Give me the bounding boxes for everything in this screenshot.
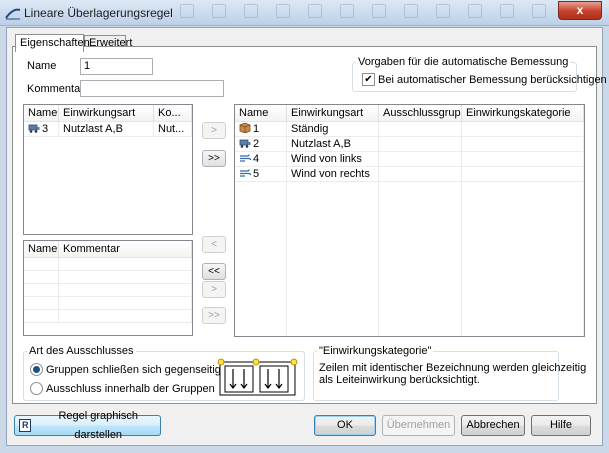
column-name[interactable]: Name bbox=[24, 241, 59, 257]
window-title: Lineare Überlagerungsregel bbox=[24, 6, 173, 20]
group-all-right-button[interactable]: >> bbox=[202, 307, 226, 324]
column-ausschlussgruppe[interactable]: Ausschlussgruppe bbox=[379, 105, 462, 121]
column-name[interactable]: Name bbox=[235, 105, 287, 121]
box-load-icon bbox=[239, 122, 251, 136]
row-name: 3 bbox=[42, 123, 49, 135]
auto-design-checkbox[interactable]: ✔ bbox=[362, 73, 375, 86]
column-name[interactable]: Name bbox=[24, 105, 59, 121]
move-left-button[interactable]: < bbox=[202, 236, 226, 253]
column-einwirkungsart[interactable]: Einwirkungsart bbox=[287, 105, 379, 121]
auto-design-label: Bei automatischer Bemessung berücksichti… bbox=[378, 74, 607, 86]
name-label: Name bbox=[27, 60, 57, 72]
rule-graphic-icon: R bbox=[19, 419, 32, 432]
move-right-button[interactable]: > bbox=[202, 122, 226, 139]
apply-button[interactable]: Übernehmen bbox=[382, 415, 455, 436]
row-comment: Nut... bbox=[154, 122, 192, 136]
group-right-button[interactable]: > bbox=[202, 281, 226, 298]
list-item[interactable]: 4 Wind von links bbox=[235, 152, 584, 167]
close-button[interactable]: x bbox=[558, 1, 602, 20]
row-name: 1 bbox=[253, 123, 260, 135]
show-rule-graphic-label: Regel graphisch darstellen bbox=[58, 409, 138, 441]
traffic-load-icon bbox=[239, 138, 251, 151]
exclusion-title: Art des Ausschlusses bbox=[27, 345, 136, 357]
ok-button[interactable]: OK bbox=[314, 415, 376, 436]
assigned-actions-list[interactable]: Name Einwirkungsart Ausschlussgruppe Ein… bbox=[234, 104, 585, 337]
row-name: 5 bbox=[253, 168, 260, 180]
row-type: Ständig bbox=[287, 122, 379, 136]
list-item[interactable]: 3 Nutzlast A,B Nut... bbox=[24, 122, 192, 137]
move-all-right-button[interactable]: >> bbox=[202, 150, 226, 167]
row-type: Wind von links bbox=[287, 152, 379, 166]
help-button[interactable]: Hilfe bbox=[531, 415, 591, 436]
exclusion-option-within-label: Ausschluss innerhalb der Gruppen bbox=[46, 383, 215, 395]
group-list[interactable]: Name Kommentar bbox=[23, 240, 193, 336]
comment-input[interactable] bbox=[80, 80, 224, 97]
category-info-text-2: als Leiteinwirkung berücksichtigt. bbox=[319, 374, 480, 386]
row-name: 2 bbox=[253, 138, 260, 150]
wind-load-icon bbox=[239, 168, 252, 181]
traffic-load-icon bbox=[28, 123, 40, 136]
list-item[interactable]: 1 Ständig bbox=[235, 122, 584, 137]
background-toolbar bbox=[180, 4, 550, 22]
move-all-left-button[interactable]: << bbox=[202, 263, 226, 280]
wind-load-icon bbox=[239, 153, 252, 166]
comment-label: Kommentar bbox=[27, 83, 84, 95]
exclusion-option-mutual-radio[interactable] bbox=[30, 363, 43, 376]
cancel-button[interactable]: Abbrechen bbox=[461, 415, 525, 436]
app-icon bbox=[5, 6, 21, 20]
row-type: Nutzlast A,B bbox=[59, 122, 154, 136]
exclusion-option-mutual-label: Gruppen schließen sich gegenseitig aus bbox=[46, 364, 242, 376]
group-list-header: Name Kommentar bbox=[24, 241, 192, 258]
list-item[interactable]: 5 Wind von rechts bbox=[235, 167, 584, 182]
column-einwirkungsart[interactable]: Einwirkungsart bbox=[59, 105, 154, 121]
list-header: Name Einwirkungsart Ko... bbox=[24, 105, 192, 122]
column-einwirkungskategorie[interactable]: Einwirkungskategorie bbox=[462, 105, 584, 121]
row-type: Wind von rechts bbox=[287, 167, 379, 181]
exclusion-diagram bbox=[216, 357, 298, 397]
name-input[interactable]: 1 bbox=[80, 58, 153, 75]
category-info-text-1: Zeilen mit identischer Bezeichnung werde… bbox=[319, 362, 587, 374]
design-defaults-title: Vorgaben für die automatische Bemessung bbox=[356, 56, 571, 68]
available-actions-list[interactable]: Name Einwirkungsart Ko... 3 Nutzlast A,B… bbox=[23, 104, 193, 235]
row-name: 4 bbox=[253, 153, 260, 165]
row-type: Nutzlast A,B bbox=[287, 137, 379, 151]
column-kommentar[interactable]: Kommentar bbox=[59, 241, 192, 257]
list-item[interactable]: 2 Nutzlast A,B bbox=[235, 137, 584, 152]
category-info-title: "Einwirkungskategorie" bbox=[317, 345, 434, 357]
right-list-header: Name Einwirkungsart Ausschlussgruppe Ein… bbox=[235, 105, 584, 122]
column-kommentar[interactable]: Ko... bbox=[154, 105, 192, 121]
show-rule-graphic-button[interactable]: R Regel graphisch darstellen bbox=[14, 410, 161, 441]
tab-eigenschaften[interactable]: Eigenschaften bbox=[15, 34, 90, 52]
exclusion-option-within-radio[interactable] bbox=[30, 382, 43, 395]
